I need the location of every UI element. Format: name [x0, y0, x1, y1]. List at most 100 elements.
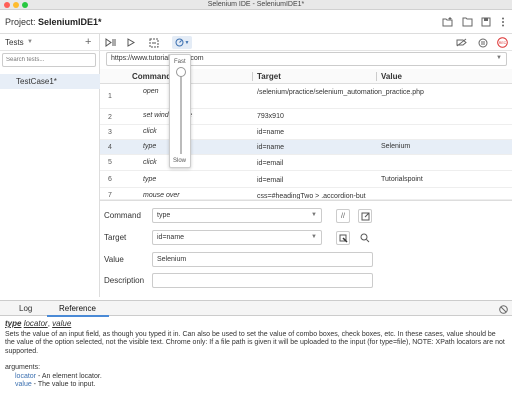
table-row[interactable]: 6 type id=email Tutorialspoint: [100, 171, 512, 188]
comment-toggle-button[interactable]: //: [336, 209, 350, 223]
table-row[interactable]: 3 click id=name: [100, 125, 512, 140]
add-test-button[interactable]: +: [85, 36, 91, 48]
value-label: Value: [104, 255, 124, 264]
target-label: Target: [104, 233, 127, 242]
command-description: Sets the value of an input field, as tho…: [5, 330, 505, 355]
playback-toolbar: ▼ REC: [100, 34, 512, 51]
test-item[interactable]: TestCase1*: [0, 74, 100, 89]
table-row[interactable]: 2 set window size 793x910: [100, 110, 512, 125]
table-row[interactable]: 5 click id=email: [100, 155, 512, 171]
row-target: id=email: [257, 160, 284, 167]
row-number: 2: [108, 114, 112, 121]
tab-log[interactable]: Log: [19, 304, 32, 313]
tab-reference[interactable]: Reference: [59, 304, 96, 313]
argument-desc: - An element locator.: [36, 372, 102, 380]
description-label: Description: [104, 276, 145, 285]
argument-item: locator - An element locator.: [5, 373, 507, 382]
signature-arg: locator: [23, 319, 48, 328]
step-over-icon[interactable]: [147, 36, 160, 49]
chevron-down-icon[interactable]: ▼: [27, 39, 33, 45]
row-target: 793x910: [257, 113, 284, 120]
command-label: Command: [104, 211, 141, 220]
row-command: type: [143, 143, 157, 150]
table-row-selected[interactable]: 4 type id=name Selenium: [100, 140, 512, 155]
column-header-target: Target: [257, 72, 281, 81]
description-input[interactable]: [152, 273, 373, 288]
row-command: click: [143, 159, 157, 166]
chevron-down-icon: ▼: [496, 55, 502, 61]
value-input-value: Selenium: [157, 256, 187, 263]
row-number: 3: [108, 129, 112, 136]
argument-name: value: [15, 381, 32, 388]
run-all-tests-icon[interactable]: [104, 36, 117, 49]
row-number: 7: [108, 192, 112, 199]
speed-fast-label: Fast: [174, 59, 186, 65]
row-target: /selenium/practice/selenium_automation_p…: [257, 89, 424, 96]
test-speed-button[interactable]: ▼: [172, 36, 192, 49]
pause-on-exceptions-icon[interactable]: [476, 36, 489, 49]
speed-slider-popup: Fast Slow: [169, 54, 191, 168]
row-number: 5: [108, 159, 112, 166]
table-row[interactable]: 1 open /selenium/practice/selenium_autom…: [100, 85, 512, 109]
row-target: id=name: [257, 144, 285, 151]
row-target: id=email: [257, 177, 284, 184]
row-number: 1: [108, 93, 112, 100]
argument-name: locator: [15, 372, 37, 380]
argument-item: value - The value to input.: [5, 381, 507, 390]
target-input[interactable]: id=name ▼: [152, 230, 322, 245]
open-reference-icon[interactable]: [358, 209, 372, 223]
reference-panel: type locator, value Sets the value of an…: [0, 317, 512, 405]
disable-breakpoints-icon[interactable]: [455, 36, 468, 49]
new-project-icon[interactable]: [440, 15, 454, 29]
speed-slider-handle[interactable]: [176, 67, 186, 77]
column-header-value: Value: [381, 72, 402, 81]
chevron-down-icon: ▼: [311, 212, 317, 218]
bottom-panel-tabs: Log Reference: [0, 300, 512, 317]
row-target: css=#headingTwo > .accordion-but: [257, 193, 366, 200]
test-item-label: TestCase1*: [16, 77, 57, 86]
more-options-icon[interactable]: [496, 15, 510, 29]
row-target: id=name: [257, 129, 285, 136]
row-command: mouse over: [143, 192, 180, 199]
clear-log-icon[interactable]: [498, 304, 508, 314]
project-label: Project:: [5, 17, 36, 27]
row-command: type: [143, 176, 157, 183]
target-input-value: id=name: [157, 234, 185, 241]
record-icon[interactable]: REC: [496, 36, 509, 49]
argument-desc: - The value to input.: [31, 381, 96, 388]
row-command: open: [143, 88, 159, 95]
find-target-icon[interactable]: [358, 231, 372, 245]
value-input[interactable]: Selenium: [152, 252, 373, 267]
command-input-value: type: [157, 212, 171, 219]
row-number: 6: [108, 176, 112, 183]
tests-sidebar: Tests ▼ + TestCase1*: [0, 34, 100, 297]
tests-header: Tests ▼ +: [0, 34, 100, 51]
save-project-icon[interactable]: [479, 15, 493, 29]
window-titlebar: Selenium IDE - SeleniumIDE1*: [0, 0, 512, 10]
row-number: 4: [108, 144, 112, 151]
command-signature: type locator, value: [5, 319, 72, 328]
column-divider: [376, 72, 377, 81]
window-title: Selenium IDE - SeleniumIDE1*: [207, 1, 305, 8]
commands-table-header: Command Target Value: [100, 69, 512, 84]
speed-slider-track[interactable]: [180, 70, 182, 154]
search-tests-input[interactable]: [2, 53, 96, 67]
command-input[interactable]: type ▼: [152, 208, 322, 223]
base-url-select[interactable]: https://www.tutorialspoint.com ▼: [106, 52, 507, 66]
open-project-icon[interactable]: [460, 15, 474, 29]
table-row[interactable]: 7 mouse over css=#headingTwo > .accordio…: [100, 188, 512, 200]
signature-command: type: [5, 319, 22, 328]
row-command: click: [143, 128, 157, 135]
project-name[interactable]: SeleniumIDE1*: [38, 17, 102, 27]
select-target-icon[interactable]: [336, 231, 350, 245]
column-divider: [252, 72, 253, 81]
signature-arg: value: [52, 319, 72, 328]
row-value: Tutorialspoint: [381, 176, 423, 183]
svg-text:REC: REC: [499, 41, 507, 45]
run-current-test-icon[interactable]: [125, 36, 138, 49]
project-header: Project: SeleniumIDE1*: [0, 10, 512, 34]
speed-slow-label: Slow: [173, 158, 187, 164]
arguments-heading: arguments:: [5, 364, 41, 371]
command-editor: Command type ▼ // Target id=name ▼ Value…: [100, 200, 512, 297]
tests-dropdown[interactable]: Tests: [5, 38, 24, 47]
